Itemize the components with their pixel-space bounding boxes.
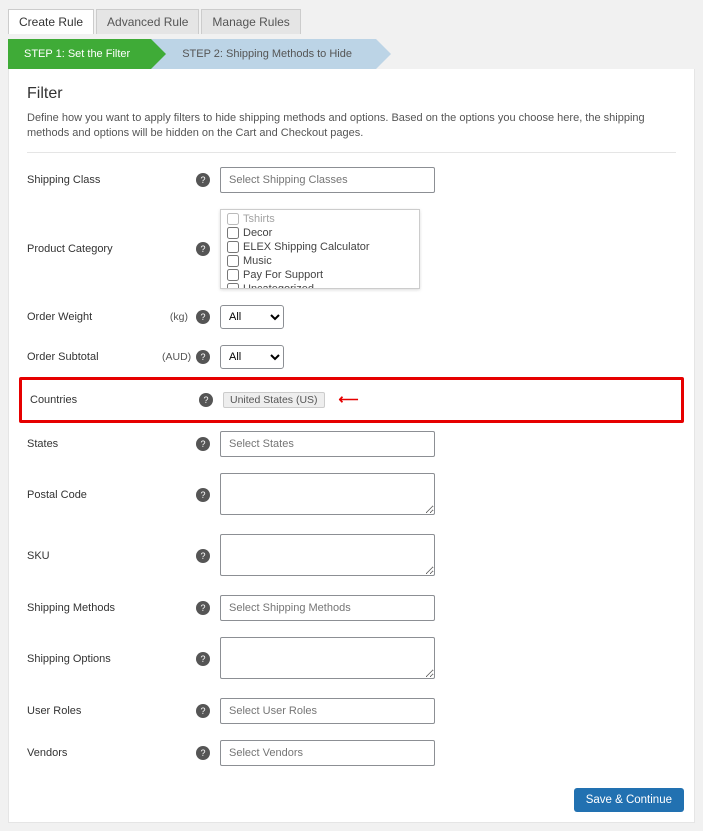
states-input[interactable] bbox=[220, 431, 435, 457]
user-roles-input[interactable] bbox=[220, 698, 435, 724]
category-checkbox[interactable] bbox=[227, 213, 239, 225]
category-checkbox[interactable] bbox=[227, 227, 239, 239]
label-shipping-options: Shipping Options bbox=[27, 653, 162, 665]
sku-input[interactable] bbox=[220, 534, 435, 576]
label-sku: SKU bbox=[27, 550, 162, 562]
page-title: Filter bbox=[27, 85, 676, 103]
help-icon[interactable]: ? bbox=[196, 173, 210, 187]
tab-manage-rules[interactable]: Manage Rules bbox=[201, 9, 300, 34]
tabs: Create Rule Advanced Rule Manage Rules bbox=[8, 9, 695, 34]
label-order-weight: Order Weight bbox=[27, 311, 162, 323]
save-continue-button[interactable]: Save & Continue bbox=[574, 788, 684, 812]
label-countries: Countries bbox=[30, 394, 165, 406]
label-shipping-methods: Shipping Methods bbox=[27, 602, 162, 614]
category-checkbox[interactable] bbox=[227, 269, 239, 281]
shipping-class-input[interactable] bbox=[220, 167, 435, 193]
filter-panel: Filter Define how you want to apply filt… bbox=[8, 69, 695, 823]
label-user-roles: User Roles bbox=[27, 705, 162, 717]
postal-code-input[interactable] bbox=[220, 473, 435, 515]
country-chip[interactable]: United States (US) bbox=[223, 392, 325, 408]
annotation-arrow-icon: ⟵ bbox=[339, 391, 359, 408]
label-vendors: Vendors bbox=[27, 747, 162, 759]
help-icon[interactable]: ? bbox=[196, 488, 210, 502]
category-checkbox[interactable] bbox=[227, 241, 239, 253]
stepper: STEP 1: Set the Filter STEP 2: Shipping … bbox=[8, 39, 695, 69]
vendors-input[interactable] bbox=[220, 740, 435, 766]
help-icon[interactable]: ? bbox=[196, 746, 210, 760]
tab-create-rule[interactable]: Create Rule bbox=[8, 9, 94, 34]
label-postal-code: Postal Code bbox=[27, 489, 162, 501]
category-checkbox[interactable] bbox=[227, 283, 239, 289]
row-user-roles: User Roles ? bbox=[27, 690, 676, 732]
product-category-list[interactable]: Tshirts Decor ELEX Shipping Calculator M… bbox=[220, 209, 420, 289]
step-2[interactable]: STEP 2: Shipping Methods to Hide bbox=[166, 39, 376, 69]
unit-order-weight: (kg) bbox=[162, 311, 192, 323]
label-order-subtotal: Order Subtotal bbox=[27, 351, 162, 363]
shipping-options-input[interactable] bbox=[220, 637, 435, 679]
help-icon[interactable]: ? bbox=[196, 704, 210, 718]
order-weight-select[interactable]: All bbox=[220, 305, 284, 329]
row-countries: Countries ? United States (US) ⟵ bbox=[19, 377, 684, 423]
help-icon[interactable]: ? bbox=[196, 242, 210, 256]
help-icon[interactable]: ? bbox=[196, 437, 210, 451]
category-checkbox[interactable] bbox=[227, 255, 239, 267]
row-order-subtotal: Order Subtotal (AUD) ? All bbox=[27, 337, 676, 377]
help-icon[interactable]: ? bbox=[199, 393, 213, 407]
row-product-category: Product Category ? Tshirts Decor ELEX Sh… bbox=[27, 201, 676, 297]
help-icon[interactable]: ? bbox=[196, 549, 210, 563]
help-icon[interactable]: ? bbox=[196, 601, 210, 615]
row-sku: SKU ? bbox=[27, 526, 676, 587]
row-shipping-options: Shipping Options ? bbox=[27, 629, 676, 690]
countries-input[interactable]: United States (US) ⟵ bbox=[223, 388, 438, 412]
label-states: States bbox=[27, 438, 162, 450]
step-1[interactable]: STEP 1: Set the Filter bbox=[8, 39, 154, 69]
row-postal-code: Postal Code ? bbox=[27, 465, 676, 526]
tab-advanced-rule[interactable]: Advanced Rule bbox=[96, 9, 199, 34]
row-states: States ? bbox=[27, 423, 676, 465]
shipping-methods-input[interactable] bbox=[220, 595, 435, 621]
help-icon[interactable]: ? bbox=[196, 652, 210, 666]
order-subtotal-select[interactable]: All bbox=[220, 345, 284, 369]
row-shipping-class: Shipping Class ? bbox=[27, 159, 676, 201]
row-order-weight: Order Weight (kg) ? All bbox=[27, 297, 676, 337]
label-product-category: Product Category bbox=[27, 243, 162, 255]
label-shipping-class: Shipping Class bbox=[27, 174, 162, 186]
row-shipping-methods: Shipping Methods ? bbox=[27, 587, 676, 629]
row-vendors: Vendors ? bbox=[27, 732, 676, 774]
help-icon[interactable]: ? bbox=[196, 350, 210, 364]
page-description: Define how you want to apply filters to … bbox=[27, 111, 676, 153]
help-icon[interactable]: ? bbox=[196, 310, 210, 324]
unit-order-subtotal: (AUD) bbox=[162, 351, 192, 363]
